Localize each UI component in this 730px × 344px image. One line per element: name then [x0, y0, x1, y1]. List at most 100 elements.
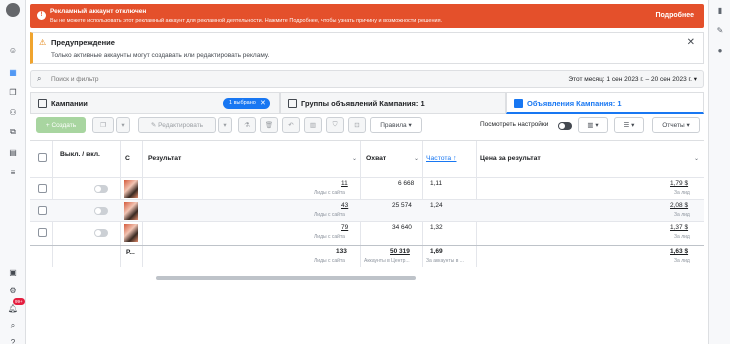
edit-button[interactable]: ✎ Редактировать: [138, 117, 216, 133]
billing-icon[interactable]: ▤: [6, 146, 20, 158]
ad-thumbnail: [124, 180, 138, 198]
table-row[interactable]: 11 Лиды с сайта 6 668 1,11 1,79 $ За лид: [30, 177, 704, 199]
row-reach: 34 640: [392, 224, 412, 231]
columns-icon: ▥ ▾: [587, 122, 599, 129]
row-toggle[interactable]: [94, 229, 108, 237]
selected-pill-label: 1 выбрано: [229, 100, 256, 106]
toolbar: + Создать ❐ ▾ ✎ Редактировать ▾ ⚗ 🗑︎ ↶ ▥…: [30, 116, 704, 136]
ab-test-button[interactable]: ⚗: [238, 117, 256, 133]
row-result-sub: Лиды с сайта: [314, 234, 345, 240]
ad-icon: [514, 99, 523, 108]
row-cost[interactable]: 2,08 $: [670, 202, 688, 209]
search-input[interactable]: [51, 73, 351, 85]
tag-icon: ⛉: [332, 121, 338, 128]
row-frequency: 1,24: [430, 202, 443, 209]
table-row[interactable]: 43 Лиды с сайта 25 574 1,24 2,08 $ За ли…: [30, 199, 704, 221]
catalog-icon[interactable]: ⧉: [6, 126, 20, 138]
audience-icon[interactable]: ⚇: [6, 106, 20, 118]
notification-badge: 99+: [13, 298, 25, 305]
tab-ads-label: Объявления Кампания: 1: [527, 99, 622, 108]
selected-pill[interactable]: 1 выбрано ✕: [223, 98, 270, 109]
emoji-icon[interactable]: ☺: [6, 44, 20, 56]
undo-button[interactable]: ↶: [282, 117, 300, 133]
row-checkbox[interactable]: [38, 184, 47, 193]
help-icon[interactable]: ?: [6, 336, 20, 344]
campaigns-icon[interactable]: ▦: [6, 66, 20, 78]
clear-selection-icon[interactable]: ✕: [260, 98, 266, 109]
view-settings-toggle[interactable]: [558, 122, 572, 130]
row-result-sub: Лиды с сайта: [314, 190, 345, 196]
account-avatar[interactable]: [6, 3, 20, 17]
duplicate-dropdown[interactable]: ▾: [116, 117, 130, 133]
tag-button[interactable]: ⛉: [326, 117, 344, 133]
view-settings-label: Посмотреть настройки: [480, 121, 549, 128]
row-cost[interactable]: 1,37 $: [670, 224, 688, 231]
gallery-icon[interactable]: ▣: [6, 266, 20, 278]
row-checkbox[interactable]: [38, 228, 47, 237]
breakdown-button[interactable]: ☰ ▾: [614, 117, 644, 133]
alert-icon: ⚠: [39, 38, 47, 47]
rules-button[interactable]: Правила ▾: [370, 117, 422, 133]
ad-thumbnail: [124, 202, 138, 220]
create-button[interactable]: + Создать: [36, 117, 86, 133]
total-reach[interactable]: 50 319: [390, 248, 410, 255]
total-frequency: 1,69: [430, 248, 443, 255]
reports-button[interactable]: Отчеты ▾: [652, 117, 700, 133]
pages-icon[interactable]: ❐: [6, 86, 20, 98]
row-result[interactable]: 43: [341, 202, 348, 209]
pencil-icon[interactable]: ✎: [714, 24, 726, 36]
chevron-down-icon: ▾: [223, 122, 227, 129]
tab-adsets[interactable]: Группы объявлений Кампания: 1: [280, 92, 506, 114]
flask-icon: ⚗: [244, 122, 250, 129]
sort-icon[interactable]: ⌄: [414, 155, 419, 162]
account-disabled-banner: ! Рекламный аккаунт отключен Вы не может…: [30, 4, 704, 28]
level-tabs: Кампании 1 выбрано ✕ Группы объявлений Ка…: [30, 92, 704, 114]
clock-icon[interactable]: ●: [714, 44, 726, 56]
warning-alert: ⚠ Предупреждение Только активные аккаунт…: [30, 32, 704, 64]
row-toggle[interactable]: [94, 207, 108, 215]
tab-ads[interactable]: Объявления Кампания: 1: [506, 92, 704, 114]
edit-dropdown[interactable]: ▾: [218, 117, 232, 133]
edit-label: Редактировать: [158, 121, 204, 129]
columns-button[interactable]: ▥ ▾: [578, 117, 608, 133]
search-icon[interactable]: ⌕: [6, 320, 20, 332]
row-result[interactable]: 79: [341, 224, 348, 231]
search-filter-bar: ⌕ Этот месяц: 1 сен 2023 г. – 20 сен 202…: [30, 70, 704, 88]
horizontal-scrollbar[interactable]: [156, 276, 416, 280]
row-toggle[interactable]: [94, 185, 108, 193]
tab-campaigns[interactable]: Кампании 1 выбрано ✕: [30, 92, 280, 114]
sort-icon[interactable]: ⌄: [694, 155, 699, 162]
total-result: 133: [336, 248, 347, 255]
duplicate-icon: ❐: [100, 122, 106, 129]
row-cost-sub: За лид: [674, 234, 690, 240]
ad-thumbnail: [124, 224, 138, 242]
total-cost-sub: За лид: [674, 258, 690, 264]
banner-more-link[interactable]: Подробнее: [655, 12, 694, 19]
archive-button[interactable]: ▥: [304, 117, 322, 133]
duplicate-button[interactable]: ❐: [92, 117, 114, 133]
menu-icon[interactable]: ≡: [6, 166, 20, 178]
row-checkbox[interactable]: [38, 206, 47, 215]
ads-manager-main: ! Рекламный аккаунт отключен Вы не может…: [26, 0, 708, 344]
select-all-checkbox[interactable]: [38, 153, 47, 162]
chevron-down-icon: ▾: [693, 76, 697, 83]
tab-adsets-label: Группы объявлений Кампания: 1: [301, 99, 425, 108]
alert-title: Предупреждение: [51, 38, 115, 47]
total-frequency-sub: За аккаунты в ...: [426, 258, 464, 264]
row-cost[interactable]: 1,79 $: [670, 180, 688, 187]
total-cost[interactable]: 1,63 $: [670, 248, 688, 255]
preview-button[interactable]: ⊡: [348, 117, 366, 133]
chart-icon[interactable]: ▮: [714, 4, 726, 16]
right-sidebar: ▮ ✎ ●: [708, 0, 730, 344]
search-icon: ⌕: [37, 74, 42, 83]
gear-icon[interactable]: ⚙: [6, 284, 20, 296]
row-result[interactable]: 11: [341, 180, 348, 187]
breakdown-icon: ☰ ▾: [623, 122, 635, 129]
table-row[interactable]: 79 Лиды с сайта 34 640 1,32 1,37 $ За ли…: [30, 221, 704, 243]
date-range-picker[interactable]: Этот месяц: 1 сен 2023 г. – 20 сен 2023 …: [568, 75, 697, 83]
close-icon[interactable]: ✕: [687, 37, 695, 48]
rules-label: Правила: [380, 121, 407, 129]
delete-button[interactable]: 🗑︎: [260, 117, 278, 133]
row-cost-sub: За лид: [674, 212, 690, 218]
sort-icon[interactable]: ⌄: [352, 155, 357, 162]
